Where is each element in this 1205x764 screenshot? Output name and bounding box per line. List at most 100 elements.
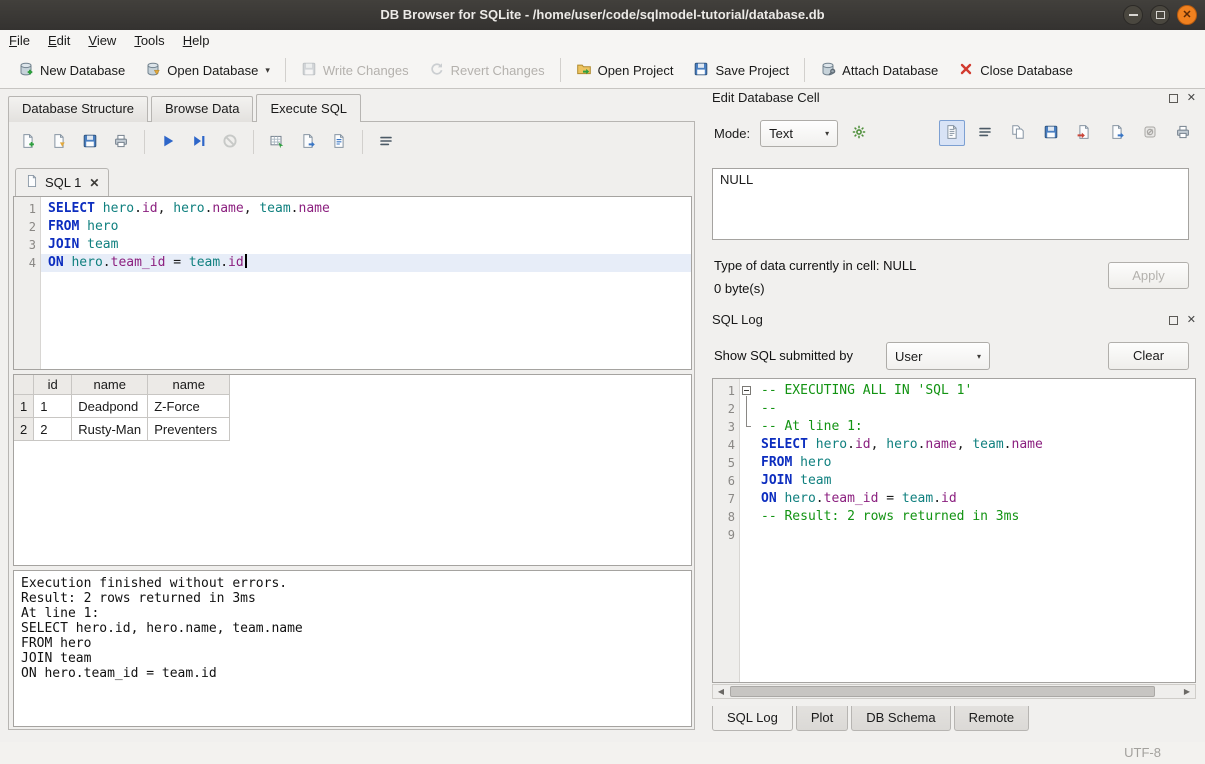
auto-format-button[interactable] — [846, 120, 872, 146]
set-null-button[interactable] — [1137, 120, 1163, 146]
editor-line[interactable]: FROM hero — [41, 218, 691, 236]
table-cell[interactable]: Preventers — [148, 418, 230, 441]
dock-tab-plot[interactable]: Plot — [796, 706, 848, 731]
close-database-icon — [958, 61, 974, 80]
editor-line[interactable]: SELECT hero.id, hero.name, team.name — [41, 200, 691, 218]
execute-all-button[interactable] — [155, 129, 181, 155]
menu-file[interactable]: File — [0, 30, 39, 52]
horizontal-scrollbar[interactable]: ◀ ▶ — [712, 684, 1196, 699]
export-results-button[interactable] — [264, 129, 290, 155]
code-token: SELECT — [761, 437, 808, 452]
save-project-button[interactable]: Save Project — [683, 56, 799, 85]
log-filter-combobox[interactable]: User ▾ — [886, 342, 990, 370]
toggle-panel-button[interactable] — [373, 129, 399, 155]
table-cell[interactable]: 2 — [34, 418, 72, 441]
table-cell[interactable]: Rusty-Man — [72, 418, 148, 441]
scrollbar-thumb[interactable] — [730, 686, 1155, 697]
tab-browse-data[interactable]: Browse Data — [151, 96, 253, 122]
close-panel-icon[interactable]: ✕ — [1187, 94, 1196, 103]
export-icon — [1109, 124, 1125, 143]
toolbar-button-label: Revert Changes — [451, 63, 545, 78]
log-line: -- EXECUTING ALL IN 'SQL 1' — [754, 382, 1195, 400]
write-changes-button[interactable]: Write Changes — [291, 56, 419, 85]
attach-database-button[interactable]: Attach Database — [810, 56, 948, 85]
close-tab-icon[interactable]: ✕ — [89, 176, 99, 190]
dock-tab-sql-log[interactable]: SQL Log — [712, 706, 793, 731]
scroll-right-icon[interactable]: ▶ — [1179, 685, 1195, 698]
row-number-cell: 1 — [14, 395, 34, 418]
editor-line[interactable]: ON hero.team_id = team.id — [41, 254, 691, 272]
fold-marker[interactable] — [740, 382, 754, 400]
maximize-button[interactable] — [1150, 5, 1170, 25]
tab-database-structure[interactable]: Database Structure — [8, 96, 148, 122]
message-line: Result: 2 rows returned in 3ms — [21, 591, 684, 606]
close-panel-icon[interactable]: ✕ — [1187, 316, 1196, 325]
toolbar-button-label: Write Changes — [323, 63, 409, 78]
fold-marker — [740, 436, 754, 454]
chevron-down-icon: ▾ — [825, 129, 829, 138]
open-database-button[interactable]: Open Database▾ — [135, 56, 280, 85]
menu-tools[interactable]: Tools — [125, 30, 173, 52]
editor-line-number: 2 — [14, 218, 36, 236]
column-header[interactable]: id — [34, 375, 72, 395]
revert-changes-button[interactable]: Revert Changes — [419, 56, 555, 85]
menu-edit[interactable]: Edit — [39, 30, 79, 52]
tab-execute-sql[interactable]: Execute SQL — [256, 94, 361, 122]
sql-editor[interactable]: 1234 SELECT hero.id, hero.name, team.nam… — [13, 196, 692, 370]
table-cell[interactable]: 1 — [34, 395, 72, 418]
scrollbar-track[interactable] — [729, 685, 1179, 698]
close-button[interactable]: ✕ — [1177, 5, 1197, 25]
log-fold-column[interactable] — [740, 379, 754, 682]
execute-line-button[interactable] — [186, 129, 212, 155]
import-button[interactable] — [1071, 120, 1097, 146]
print-button[interactable] — [1170, 120, 1196, 146]
code-token — [79, 219, 87, 234]
float-panel-icon[interactable] — [1169, 94, 1178, 103]
close-database-button[interactable]: Close Database — [948, 56, 1083, 85]
dock-tab-remote[interactable]: Remote — [954, 706, 1030, 731]
word-wrap-button[interactable] — [972, 120, 998, 146]
code-token: = — [878, 491, 901, 506]
float-panel-icon[interactable] — [1169, 316, 1178, 325]
print-button[interactable] — [108, 129, 134, 155]
editor-line[interactable]: JOIN team — [41, 236, 691, 254]
cell-editor[interactable]: NULL — [712, 168, 1189, 240]
column-header[interactable]: name — [148, 375, 230, 395]
export-button[interactable] — [1104, 120, 1130, 146]
open-tab-button[interactable] — [15, 129, 41, 155]
log-line-numbers: 123456789 — [713, 379, 740, 682]
minimize-icon — [1129, 14, 1138, 16]
code-token — [808, 437, 816, 452]
format-sql-button[interactable] — [326, 129, 352, 155]
apply-button[interactable]: Apply — [1108, 262, 1189, 289]
title-bar[interactable]: DB Browser for SQLite - /home/user/code/… — [0, 0, 1205, 30]
edit-text-button[interactable] — [939, 120, 965, 146]
column-header[interactable]: name — [72, 375, 148, 395]
toggle-panel-icon — [378, 133, 394, 152]
sql-log-viewer[interactable]: 123456789 -- EXECUTING ALL IN 'SQL 1'---… — [712, 378, 1196, 683]
execution-messages: Execution finished without errors.Result… — [13, 570, 692, 727]
table-cell[interactable]: Deadpond — [72, 395, 148, 418]
code-token: -- Result: 2 rows returned in 3ms — [761, 509, 1019, 524]
minimize-button[interactable] — [1123, 5, 1143, 25]
main-toolbar: New DatabaseOpen Database▾ Write Changes R… — [0, 52, 1205, 89]
save-results-button[interactable] — [295, 129, 321, 155]
save-sql-file-button[interactable] — [77, 129, 103, 155]
menu-help[interactable]: Help — [174, 30, 219, 52]
table-cell[interactable]: Z-Force — [148, 395, 230, 418]
mode-combobox[interactable]: Text ▾ — [760, 120, 838, 147]
menu-view[interactable]: View — [79, 30, 125, 52]
editor-code-area[interactable]: SELECT hero.id, hero.name, team.nameFROM… — [41, 197, 691, 369]
save-button[interactable] — [1038, 120, 1064, 146]
code-token: . — [103, 255, 111, 270]
fold-collapse-icon[interactable] — [742, 386, 751, 395]
dock-tab-db-schema[interactable]: DB Schema — [851, 706, 950, 731]
new-database-button[interactable]: New Database — [8, 56, 135, 85]
copy-button[interactable] — [1005, 120, 1031, 146]
clear-button[interactable]: Clear — [1108, 342, 1189, 370]
open-sql-file-button[interactable] — [46, 129, 72, 155]
sql-tab[interactable]: SQL 1 ✕ — [15, 168, 109, 196]
scroll-left-icon[interactable]: ◀ — [713, 685, 729, 698]
open-project-button[interactable]: Open Project — [566, 56, 684, 85]
stop-button[interactable] — [217, 129, 243, 155]
